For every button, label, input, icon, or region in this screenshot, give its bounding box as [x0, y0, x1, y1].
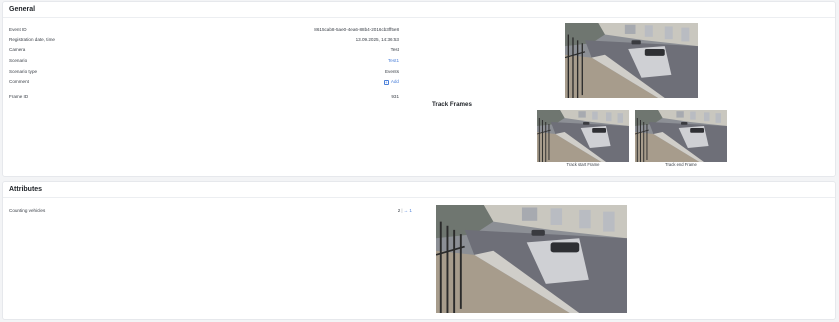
frame-label: Frame ID [9, 94, 29, 99]
general-title: General [9, 6, 36, 13]
field-label: Event ID [9, 27, 27, 32]
track-end-frame-image[interactable] [635, 110, 727, 162]
field-frame-id: Frame ID 931 [9, 93, 399, 101]
field-registration-date: Registration date, time 13.09.2025, 14:3… [9, 36, 399, 44]
event-frame-image[interactable] [565, 23, 698, 98]
add-comment-button[interactable]: + Add [383, 78, 399, 86]
frame-value: 931 [391, 94, 399, 99]
attribute-label: Counting vehicles [9, 208, 46, 213]
attributes-title: Attributes [9, 186, 43, 193]
count-value: 2 [397, 208, 401, 213]
field-value: Events [384, 69, 399, 74]
field-label: Scenario [9, 58, 28, 63]
track-start-frame-image[interactable] [537, 110, 629, 162]
attribute-value: 2|→ 1 [398, 207, 412, 215]
attribute-frame-image[interactable] [436, 205, 627, 313]
track-end-caption: Track end Frame [665, 162, 697, 167]
field-value: Test [390, 47, 399, 52]
attribute-counting-vehicles: Counting vehicles 2|→ 1 [9, 207, 412, 215]
field-label: Camera [9, 47, 26, 52]
field-value: 8615cab8-5ae0-4ea6-88b4-2016cb3ff5e8 [314, 27, 399, 32]
field-comment: Comment + Add [9, 78, 399, 86]
track-start-caption: Track start Frame [566, 162, 600, 167]
field-label: Registration date, time [9, 37, 55, 42]
field-camera: Camera Test [9, 46, 399, 54]
comment-label: Comment [9, 79, 29, 84]
plus-square-icon: + [383, 79, 389, 85]
general-divider [3, 17, 835, 18]
field-label: Scenario type [9, 69, 38, 74]
value-separator: | [401, 208, 403, 213]
attributes-panel: Attributes [2, 181, 836, 320]
field-scenario-type: Scenario type Events [9, 68, 399, 76]
attributes-divider [3, 197, 835, 198]
track-frames-title: Track Frames [432, 101, 472, 108]
field-event-id: Event ID 8615cab8-5ae0-4ea6-88b4-2016cb3… [9, 26, 399, 34]
scenario-link[interactable]: Test1 [388, 57, 399, 65]
add-comment-label: Add [390, 79, 399, 84]
field-value: 13.09.2025, 14:36:53 [355, 37, 399, 42]
field-scenario: Scenario Test1 [9, 57, 399, 65]
count-link[interactable]: → 1 [404, 208, 412, 213]
